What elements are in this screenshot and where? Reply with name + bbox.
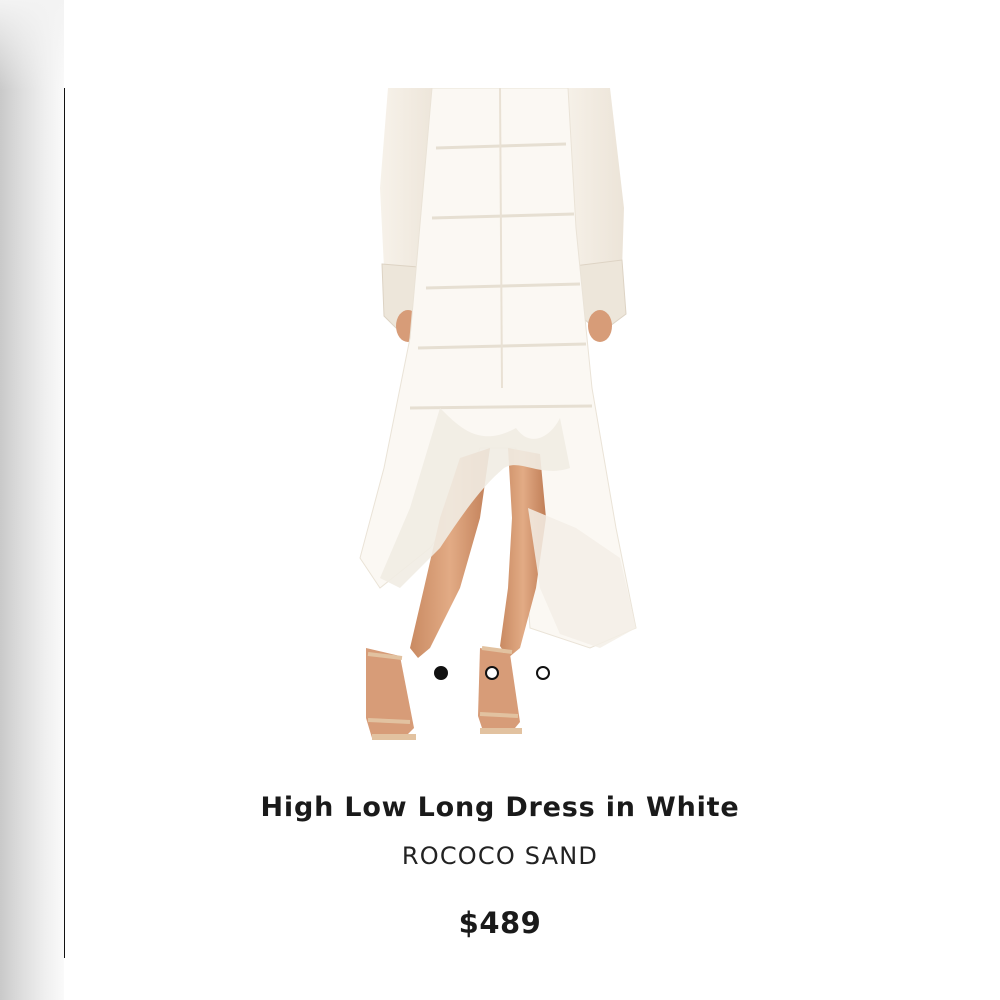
right-sole	[480, 728, 522, 734]
carousel-dot-2[interactable]	[485, 666, 499, 680]
product-title[interactable]: High Low Long Dress in White	[0, 792, 1000, 823]
left-edge-highlight	[0, 0, 64, 90]
product-image[interactable]	[340, 88, 660, 760]
product-brand[interactable]: ROCOCO SAND	[0, 842, 1000, 870]
carousel-indicator	[434, 663, 574, 683]
right-foot	[478, 648, 520, 734]
carousel-dot-1[interactable]	[434, 666, 448, 680]
left-sole	[372, 734, 416, 740]
dress-photo	[359, 88, 637, 740]
product-price: $489	[458, 906, 542, 940]
right-hand	[588, 310, 612, 342]
carousel-dot-3[interactable]	[536, 666, 550, 680]
left-foot	[366, 648, 414, 740]
vertical-divider	[64, 88, 65, 958]
